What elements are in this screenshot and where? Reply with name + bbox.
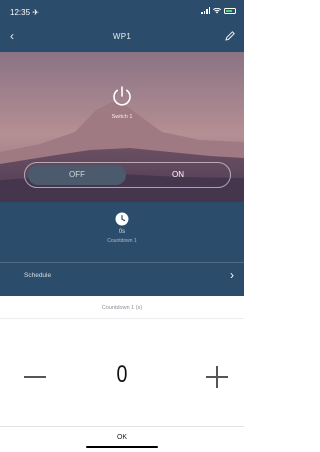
countdown-label: Countdown 1: [107, 238, 137, 244]
timer-icon: [115, 212, 129, 226]
switch-detail-screen: 12:35 ✈ ‹ WP1 Switch 1 OFF ON 0s Countdo…: [0, 0, 244, 296]
status-icons: [201, 7, 236, 14]
decrement-button[interactable]: [24, 366, 46, 388]
nav-bar: ‹ WP1: [0, 26, 244, 48]
minus-icon: [24, 376, 46, 378]
on-button[interactable]: ON: [129, 165, 227, 185]
wifi-icon: [213, 7, 221, 13]
countdown-picker-sheet: Countdown 1 (s) 0 OK: [0, 296, 244, 452]
countdown-button[interactable]: 0s Countdown 1: [0, 202, 244, 260]
status-bar: 12:35 ✈: [0, 0, 244, 22]
cellular-signal-icon: [201, 7, 210, 14]
increment-button[interactable]: [206, 366, 228, 388]
divider: [0, 318, 244, 319]
countdown-value: 0s: [118, 229, 126, 235]
battery-icon: [224, 7, 236, 14]
pencil-icon[interactable]: [224, 30, 236, 42]
status-time: 12:35 ✈: [10, 8, 39, 17]
page-title: WP1: [112, 32, 132, 41]
divider: [0, 426, 244, 427]
ok-button[interactable]: OK: [0, 434, 244, 441]
on-off-toggle: OFF ON: [24, 162, 231, 188]
power-icon[interactable]: [108, 82, 136, 110]
switch-name: Switch 1: [111, 114, 133, 120]
schedule-label: Schedule: [24, 272, 52, 279]
countdown-picker-value: 0: [116, 361, 128, 388]
home-indicator[interactable]: [86, 446, 158, 448]
sheet-title: Countdown 1 (s): [101, 305, 143, 311]
chevron-right-icon: ›: [230, 268, 234, 282]
schedule-row[interactable]: Schedule ›: [0, 262, 244, 291]
switch-hero-panel: Switch 1 OFF ON: [0, 52, 244, 202]
off-button[interactable]: OFF: [28, 165, 126, 185]
